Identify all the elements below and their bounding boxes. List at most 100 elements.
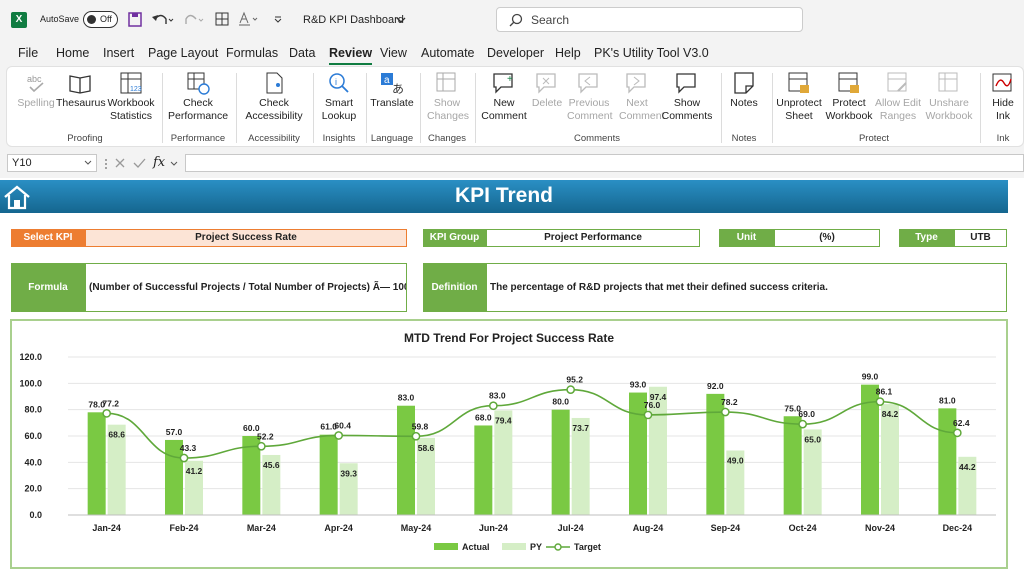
redo-icon[interactable]	[184, 12, 206, 27]
data-label-target: 95.2	[566, 375, 583, 385]
menu-tab-view[interactable]: View	[380, 46, 407, 60]
kpi-group-value: Project Performance	[486, 229, 700, 247]
legend-label-py: PY	[530, 542, 542, 552]
menu-tab-insert[interactable]: Insert	[103, 46, 134, 60]
menu-tab-pk-s-utility-tool-v3-0[interactable]: PK's Utility Tool V3.0	[594, 46, 709, 60]
menu-tab-page-layout[interactable]: Page Layout	[148, 46, 218, 60]
formula-input[interactable]	[185, 154, 1024, 172]
ribbon-button-show-changes[interactable]: Show Changes	[427, 71, 469, 123]
ribbon-button-label: Workbook	[925, 110, 973, 122]
ribbon-button-label: Protect	[832, 97, 866, 109]
ribbon-button-allow-edit-ranges[interactable]: Allow Edit Ranges	[873, 71, 923, 123]
ribbon-button-thesaurus[interactable]: Thesaurus	[56, 71, 106, 110]
ribbon-group-separator	[980, 73, 981, 143]
ribbon-button-label: Next	[626, 97, 648, 109]
ribbon-button-workbook-statistics[interactable]: 123 Workbook Statistics	[105, 71, 157, 123]
ribbon-button-delete[interactable]: Delete	[529, 71, 565, 110]
menu-tab-help[interactable]: Help	[555, 46, 581, 60]
bar-actual	[551, 409, 570, 515]
ribbon-button-unshare-workbook[interactable]: Unshare Workbook	[923, 71, 975, 123]
legend-label-actual: Actual	[462, 542, 490, 552]
customize-toolbar-icon[interactable]	[273, 14, 283, 24]
y-tick-label: 100.0	[19, 378, 42, 388]
menu-tab-data[interactable]: Data	[289, 46, 315, 60]
new-comment-icon: +	[493, 73, 513, 94]
title-bar: X AutoSave Off R&D KPI Dashboard Search	[0, 0, 1024, 40]
previous-comment-icon	[578, 73, 598, 94]
ribbon-button-protect-workbook[interactable]: Protect Workbook	[823, 71, 875, 123]
ribbon-button-next-comment[interactable]: Next Comment	[619, 71, 665, 123]
menu-tab-automate[interactable]: Automate	[421, 46, 475, 60]
formula-label: Formula	[11, 263, 85, 312]
ribbon-button-label: Comment	[481, 110, 527, 122]
x-tick-label: Aug-24	[633, 523, 664, 533]
formula-dropdown-icon[interactable]	[170, 161, 178, 167]
definition-label: Definition	[423, 263, 486, 312]
data-label-target: 77.2	[102, 398, 119, 408]
cancel-icon[interactable]	[114, 157, 126, 169]
enter-check-icon[interactable]	[133, 157, 146, 169]
insert-function-button[interactable]: fx	[153, 155, 165, 170]
ribbon-group-protect: Protect	[858, 133, 890, 144]
cell-reference: Y10	[12, 157, 32, 169]
definition-value: The percentage of R&D projects that met …	[486, 263, 1007, 312]
bar-actual	[861, 384, 879, 515]
data-label-target: 78.2	[721, 397, 738, 407]
borders-icon[interactable]	[215, 12, 229, 26]
ribbon-button-smart-lookup[interactable]: i Smart Lookup	[319, 71, 359, 123]
excel-logo-icon[interactable]: X	[11, 12, 27, 28]
type-value: UTB	[954, 229, 1007, 247]
x-tick-label: Apr-24	[324, 523, 353, 533]
show-changes-icon	[436, 72, 456, 92]
menu-tab-developer[interactable]: Developer	[487, 46, 544, 60]
name-box-dropdown-icon[interactable]	[84, 160, 92, 166]
menu-tab-file[interactable]: File	[18, 46, 38, 60]
ribbon-button-label: Sheet	[785, 110, 813, 122]
autosave-toggle[interactable]: Off	[83, 11, 118, 28]
bar-actual	[783, 416, 802, 515]
ribbon-group-separator	[420, 73, 421, 143]
menu-tab-home[interactable]: Home	[56, 46, 89, 60]
undo-icon[interactable]	[152, 12, 174, 27]
ribbon-group-separator	[772, 73, 773, 143]
ribbon-button-unprotect-sheet[interactable]: Unprotect Sheet	[773, 71, 825, 123]
ribbon-group-proofing: Proofing	[67, 133, 103, 144]
ribbon-button-notes[interactable]: Notes	[729, 71, 759, 110]
ribbon-button-label: Translate	[370, 97, 414, 109]
menu-tab-review[interactable]: Review	[329, 46, 373, 65]
ribbon-button-new-comment[interactable]: + New Comment	[479, 71, 529, 123]
search-box[interactable]: Search	[496, 7, 803, 32]
ribbon-button-check-accessibility[interactable]: Check Accessibility	[239, 71, 309, 123]
ribbon-group-performance: Performance	[170, 133, 226, 144]
ribbon-button-show-comments[interactable]: Show Comments	[659, 71, 715, 123]
font-color-icon[interactable]	[238, 11, 262, 27]
menu-tab-formulas[interactable]: Formulas	[226, 46, 278, 60]
show-comments-icon	[676, 73, 696, 94]
target-point	[256, 441, 266, 451]
target-point	[643, 410, 653, 420]
x-tick-label: Jul-24	[558, 523, 584, 533]
save-icon[interactable]	[128, 12, 142, 27]
chart-container[interactable]: MTD Trend For Project Success Rate 0.0 20…	[10, 319, 1008, 569]
data-label-target: 60.4	[334, 420, 351, 430]
home-icon[interactable]	[3, 184, 31, 210]
data-label-actual: 83.0	[398, 393, 415, 403]
select-kpi-dropdown[interactable]: Project Success Rate	[85, 229, 407, 247]
ribbon-button-spelling[interactable]: abc Spelling	[16, 71, 56, 110]
chevron-down-icon[interactable]	[396, 16, 406, 24]
data-label-py: 41.2	[186, 466, 203, 476]
ribbon-review: abc Spelling Thesaurus 123 Workbook Statistic…	[6, 66, 1024, 147]
ribbon-button-translate[interactable]: a あ Translate	[368, 71, 416, 110]
unshare-workbook-icon	[938, 72, 958, 92]
delete-comment-icon	[536, 73, 556, 94]
y-tick-label: 0.0	[29, 510, 42, 520]
ribbon-button-check-performance[interactable]: Check Performance	[168, 71, 228, 123]
ribbon-button-hide-ink[interactable]: Hide Ink	[986, 71, 1020, 123]
target-point	[798, 419, 808, 429]
document-title: R&D KPI Dashboard	[303, 14, 404, 26]
ribbon-button-previous-comment[interactable]: Previous Comment	[567, 71, 613, 123]
abc-check-icon: abc	[27, 74, 44, 93]
target-point	[488, 401, 498, 411]
chart-svg: 0.020.040.060.080.0100.0120.078.068.6Jan…	[19, 352, 996, 552]
data-label-py: 68.6	[108, 430, 125, 440]
